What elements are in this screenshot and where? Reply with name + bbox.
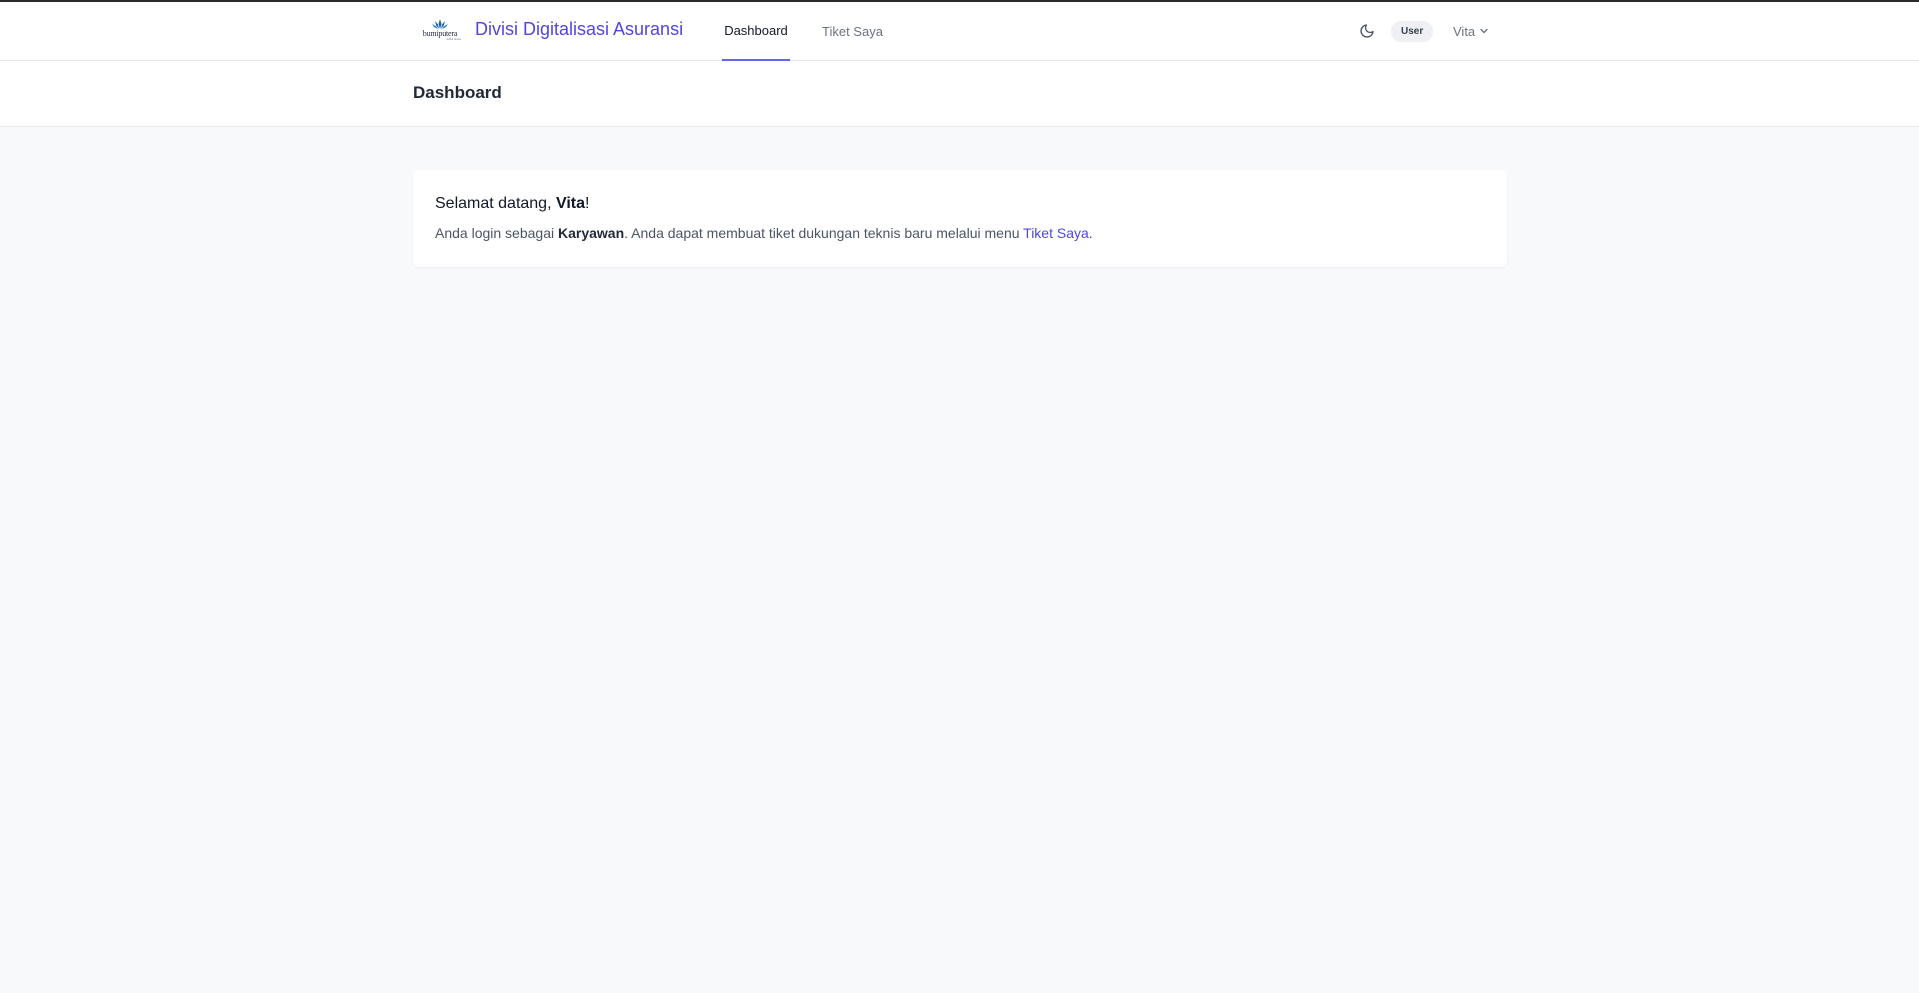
welcome-prefix: Selamat datang, — [435, 195, 556, 212]
desc-prefix: Anda login sebagai — [435, 225, 558, 241]
page-title: Dashboard — [413, 83, 502, 102]
welcome-user-name: Vita — [555, 195, 586, 212]
company-logo[interactable]: bumiputera 1912 since — [419, 18, 461, 44]
moon-icon — [1360, 24, 1374, 38]
top-navbar: bumiputera 1912 since Divisi Digitalisas… — [0, 2, 1919, 61]
page-header: Dashboard — [0, 61, 1919, 127]
theme-toggle-button[interactable] — [1357, 21, 1377, 41]
user-menu-button[interactable]: Vita — [1453, 21, 1489, 41]
app-title[interactable]: Divisi Digitalisasi Asuransi — [475, 19, 683, 40]
welcome-heading: Selamat datang, Vita! — [435, 195, 589, 213]
role-badge: User — [1391, 21, 1434, 42]
logo-subtext: 1912 since — [446, 37, 461, 41]
chevron-down-icon — [1480, 28, 1488, 34]
nav-link-tiket-saya[interactable]: Tiket Saya — [822, 2, 883, 61]
tiket-saya-link[interactable]: Tiket Saya — [1023, 225, 1089, 241]
user-name: Vita — [1453, 23, 1476, 39]
desc-role: Karyawan — [558, 225, 625, 241]
welcome-card: Selamat datang, Vita! Anda login sebagai… — [413, 170, 1507, 267]
nav-link-dashboard[interactable]: Dashboard — [722, 2, 790, 61]
desc-middle: . Anda dapat membuat tiket dukungan tekn… — [624, 225, 1024, 241]
welcome-description: Anda login sebagai Karyawan. Anda dapat … — [435, 225, 1093, 241]
desc-suffix: . — [1088, 225, 1093, 241]
welcome-suffix: ! — [585, 195, 590, 212]
